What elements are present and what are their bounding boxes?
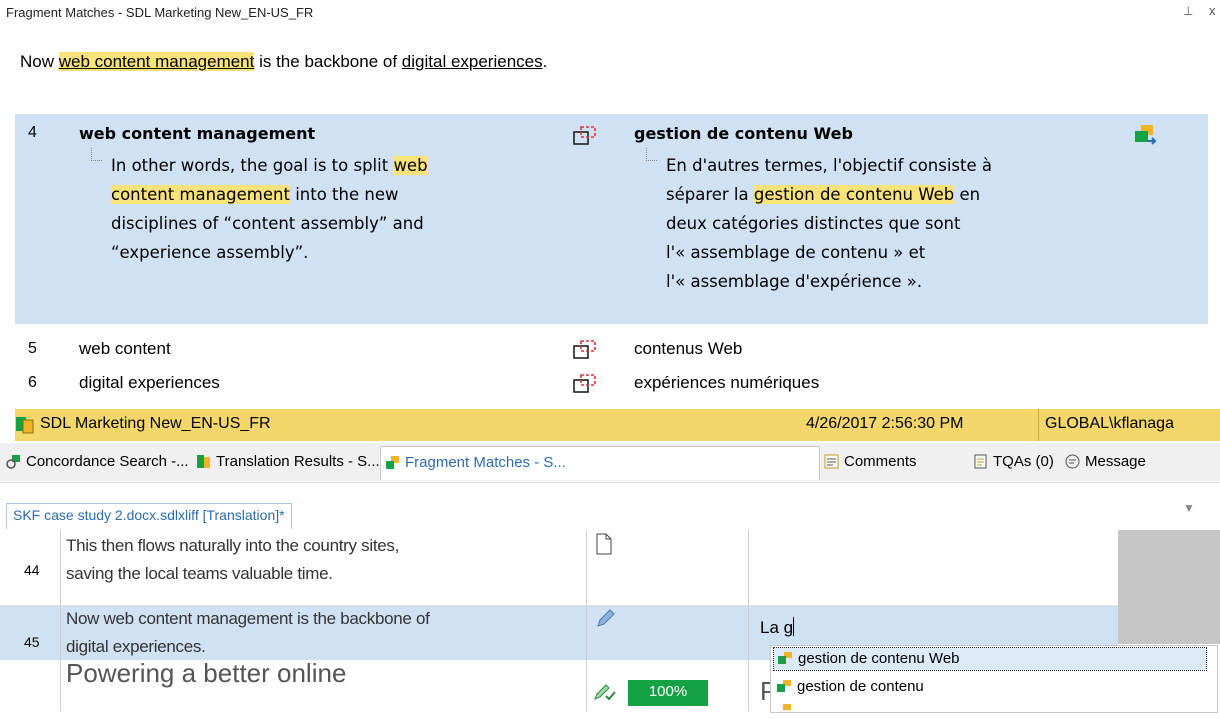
panel-tab-bar: Concordance Search -... Translation Resu… [0, 443, 1220, 481]
tab-messages[interactable]: Message [1065, 453, 1146, 470]
pin-icon[interactable]: ⊥ [1183, 4, 1193, 18]
fragment-matches-icon [386, 456, 399, 469]
tab-concordance-search[interactable]: Concordance Search -... [6, 453, 189, 470]
source-line: This then flows naturally into the count… [66, 536, 400, 555]
confirmed-pencil-icon [594, 684, 616, 701]
tab-tqas[interactable]: TQAs (0) [973, 453, 1054, 470]
ctx-text: séparer la [666, 185, 754, 204]
autosuggest-item[interactable]: gestion de contenu [777, 678, 924, 695]
ctx-text: “experience assembly”. [111, 243, 309, 262]
match-number: 5 [28, 340, 37, 357]
ctx-text: en [954, 185, 981, 204]
tm-name: SDL Marketing New_EN-US_FR [40, 415, 271, 432]
pencil-icon [597, 609, 615, 627]
match-number: 6 [28, 374, 37, 391]
segment-target-input[interactable]: La g [760, 617, 795, 638]
tab-label: Message [1085, 453, 1146, 470]
match-percentage-badge: 100% [628, 680, 708, 706]
text-cursor [793, 617, 795, 636]
autosuggest-item-selected[interactable]: gestion de contenu Web [773, 647, 1207, 671]
ctx-text: l'« assemblage de contenu » et [666, 243, 926, 262]
segment-number: 45 [24, 634, 40, 650]
fragment-match-row-selected[interactable]: 4 web content management In other words,… [15, 114, 1208, 324]
tree-connector [646, 148, 657, 161]
tab-label: TQAs (0) [993, 453, 1054, 470]
match-source-term: digital experiences [79, 373, 220, 392]
ctx-text: l'« assemblage d'expérience ». [666, 272, 923, 291]
ctx-text: disciplines of “content assembly” and [111, 214, 424, 233]
match-target-term: contenus Web [634, 339, 743, 358]
ctx-highlight: gestion de contenu Web [753, 185, 955, 204]
tab-fragment-matches[interactable]: Fragment Matches - S... [380, 446, 820, 480]
document-icon [596, 533, 612, 555]
source-term-underline: digital experiences [401, 52, 543, 71]
autosuggest-label: gestion de contenu Web [798, 650, 960, 667]
tab-label: Concordance Search -... [26, 453, 189, 470]
tqa-icon [974, 454, 987, 469]
segment-source-heading: Powering a better online [66, 658, 347, 688]
fragment-match-icon [573, 126, 596, 145]
translation-memory-icon [16, 417, 34, 434]
document-tab[interactable]: SKF case study 2.docx.sdlxliff [Translat… [6, 503, 292, 529]
divider [1038, 409, 1039, 441]
insert-match-icon[interactable] [1133, 124, 1159, 148]
source-line: Now web content management is the backbo… [66, 609, 430, 628]
ctx-text: En d'autres termes, l'objectif consiste … [666, 156, 992, 175]
tab-translation-results[interactable]: Translation Results - S... [196, 453, 380, 470]
tab-label: Fragment Matches - S... [405, 454, 566, 471]
message-icon [1065, 454, 1080, 469]
divider [60, 530, 61, 711]
source-segment-text: Now web content management is the backbo… [20, 52, 547, 72]
match-number: 4 [28, 124, 37, 141]
tree-connector [91, 148, 102, 161]
close-icon[interactable]: x [1209, 3, 1216, 18]
source-line: digital experiences. [66, 637, 206, 656]
translation-results-icon [197, 455, 210, 468]
source-prefix: Now [20, 52, 59, 71]
fragment-match-icon [783, 704, 791, 710]
fragment-match-icon [777, 680, 791, 692]
match-target-context: En d'autres termes, l'objectif consiste … [666, 151, 992, 296]
source-suffix: . [542, 52, 548, 71]
document-tab-row: SKF case study 2.docx.sdlxliff [Translat… [0, 482, 1220, 531]
source-middle: is the backbone of [254, 52, 402, 71]
tab-comments[interactable]: Comments [824, 453, 917, 470]
tm-status-bar: SDL Marketing New_EN-US_FR 4/26/2017 2:5… [15, 409, 1220, 441]
concordance-icon [6, 455, 20, 469]
source-line: saving the local teams valuable time. [66, 564, 333, 583]
autosuggest-dropdown: gestion de contenu Web gestion de conten… [770, 645, 1218, 713]
match-source-term: web content [79, 339, 171, 358]
comments-icon [824, 454, 839, 469]
match-target-term: expériences numériques [634, 373, 820, 392]
fragment-match-icon [573, 374, 596, 393]
panel-title: Fragment Matches - SDL Marketing New_EN-… [6, 5, 314, 20]
autosuggest-label: gestion de contenu [797, 678, 924, 695]
match-source-context: In other words, the goal is to split web… [111, 151, 428, 267]
segment-source: This then flows naturally into the count… [66, 534, 399, 586]
tm-date: 4/26/2017 2:56:30 PM [806, 415, 964, 432]
fragment-match-row[interactable]: 6 digital experiences expériences numéri… [15, 368, 1208, 402]
tab-label: Translation Results - S... [216, 453, 380, 470]
divider [748, 530, 749, 711]
segment-number: 44 [24, 562, 40, 578]
side-gutter [1118, 530, 1220, 644]
match-source-term: web content management [79, 124, 316, 143]
ctx-highlight: web [393, 156, 428, 175]
divider [0, 605, 1220, 606]
segment-source: Now web content management is the backbo… [66, 607, 430, 659]
ctx-text: into the new [289, 185, 399, 204]
fragment-match-row[interactable]: 5 web content contenus Web [15, 334, 1208, 368]
tm-user: GLOBAL\kflanaga [1045, 415, 1174, 432]
fragment-match-icon [573, 340, 596, 359]
match-target-term: gestion de contenu Web [634, 124, 853, 143]
target-text: La g [760, 618, 794, 637]
fragment-match-icon [778, 652, 792, 664]
divider [586, 530, 587, 711]
ctx-text: In other words, the goal is to split [111, 156, 394, 175]
tab-label: Comments [844, 453, 917, 470]
ctx-text: deux catégories distinctes que sont [666, 214, 961, 233]
chevron-down-icon[interactable]: ▼ [1183, 501, 1195, 515]
ctx-highlight: content management [111, 185, 290, 204]
source-term-highlight: web content management [58, 52, 255, 71]
